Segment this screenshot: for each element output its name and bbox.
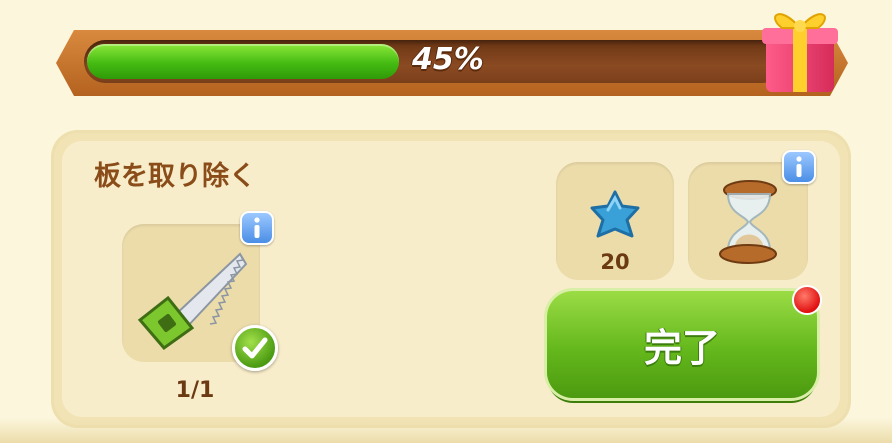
completed-check-icon [232, 325, 278, 371]
progress-percent-label: 45% [412, 42, 484, 77]
info-button[interactable] [782, 150, 816, 184]
complete-button-label: 完了 [643, 326, 720, 370]
bottom-edge [0, 418, 892, 443]
task-title: 板を取り除く [94, 161, 256, 192]
info-button[interactable] [240, 211, 274, 245]
reward-amount: 20 [600, 250, 630, 274]
info-icon [254, 217, 260, 238]
required-item-count: 1/1 [175, 378, 215, 403]
progress-bar-fill [87, 44, 400, 79]
info-icon [796, 156, 802, 177]
notification-dot [792, 285, 822, 315]
gift-box-icon[interactable] [760, 0, 840, 96]
complete-button[interactable]: 完了 [547, 291, 817, 398]
